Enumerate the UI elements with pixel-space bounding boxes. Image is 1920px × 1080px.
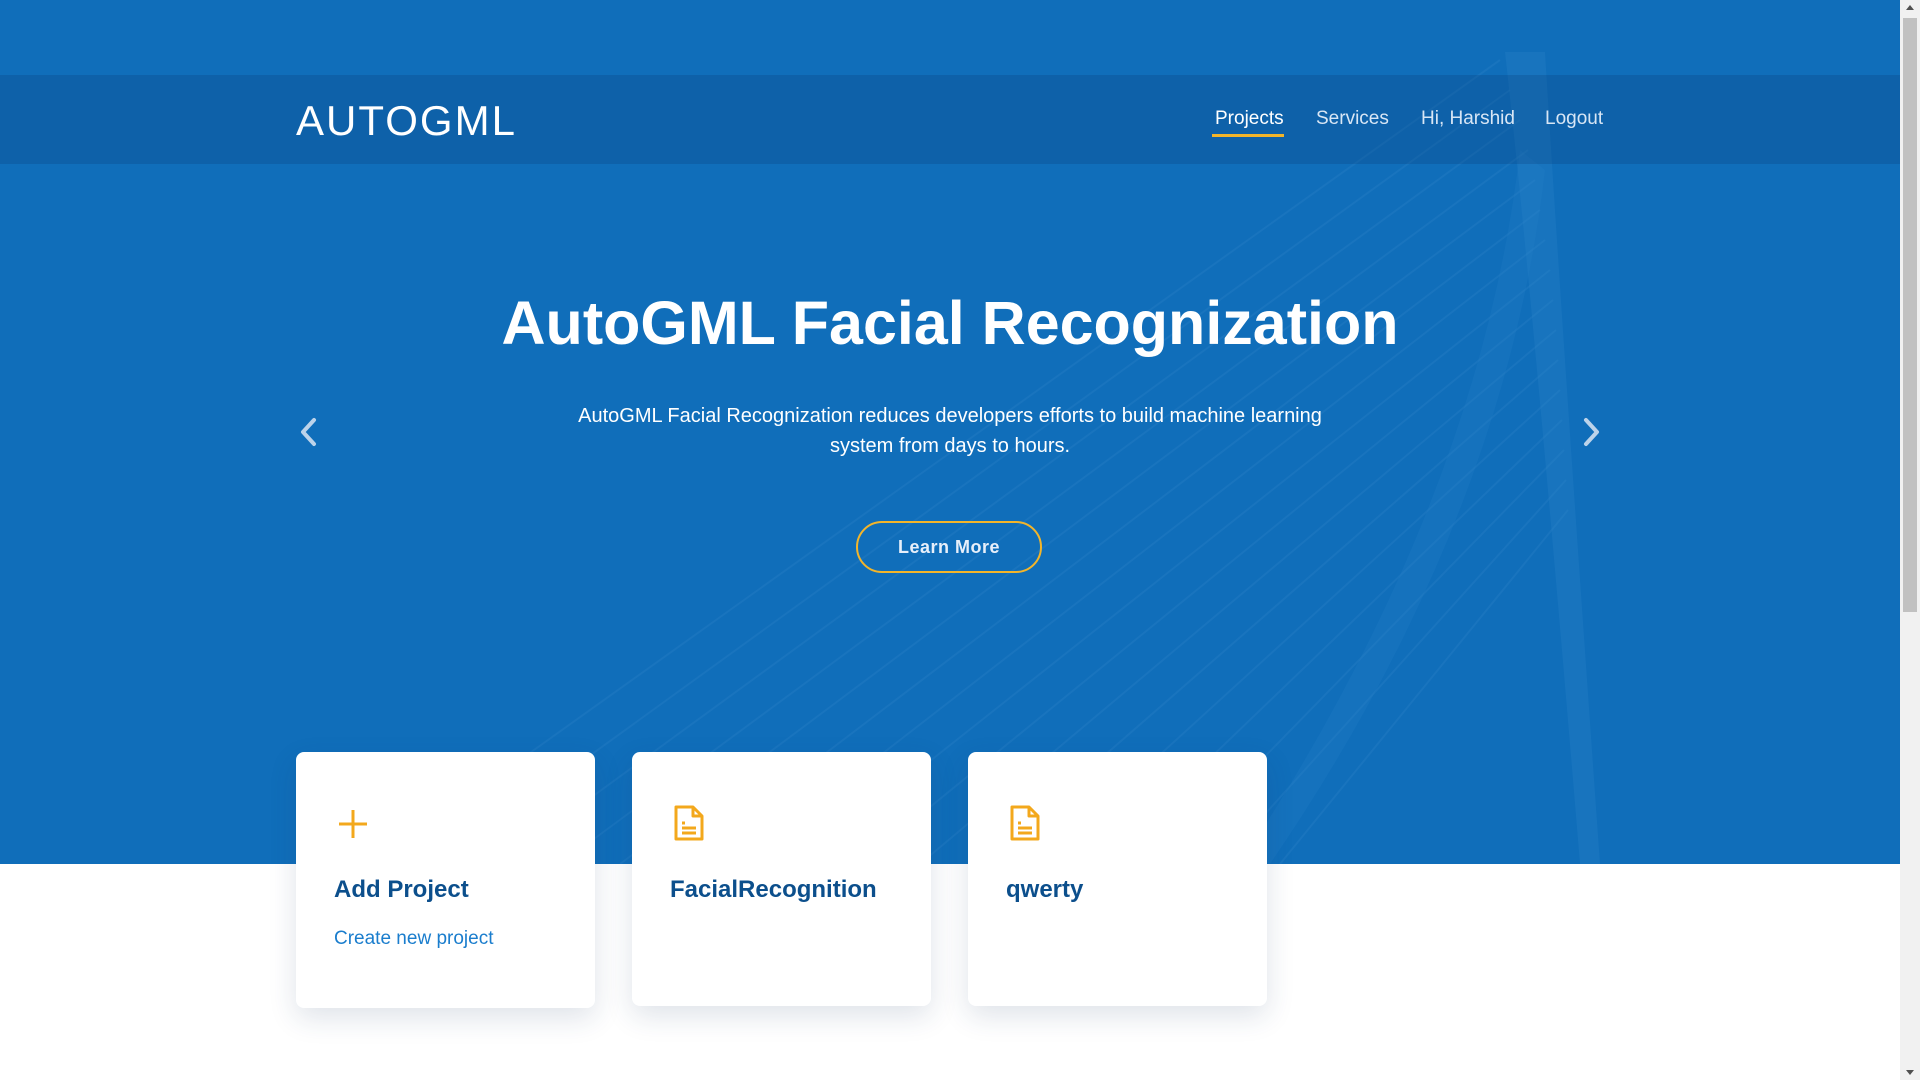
document-icon [674, 805, 704, 841]
brand-logo[interactable]: AUTOGML [296, 97, 517, 145]
nav-services[interactable]: Services [1316, 108, 1389, 130]
learn-more-button[interactable]: Learn More [856, 521, 1042, 573]
scroll-down-arrow-icon[interactable] [1900, 1064, 1920, 1080]
card-title: FacialRecognition [670, 876, 877, 903]
scroll-up-arrow-icon[interactable] [1900, 0, 1920, 16]
top-navbar: AUTOGML Projects Services Hi, Harshid Lo… [0, 75, 1900, 164]
plus-icon [339, 810, 367, 838]
active-nav-indicator [1212, 134, 1284, 137]
hero-title: AutoGML Facial Recognization [501, 289, 1399, 357]
scrollbar-thumb[interactable] [1903, 18, 1917, 612]
hero-section: AUTOGML Projects Services Hi, Harshid Lo… [0, 0, 1900, 864]
project-card[interactable]: qwerty [968, 752, 1267, 1006]
carousel-prev-button[interactable] [295, 414, 325, 450]
project-card[interactable]: FacialRecognition [632, 752, 931, 1006]
card-title: Add Project [334, 876, 469, 903]
create-project-link[interactable]: Create new project [334, 928, 493, 950]
chevron-right-icon [1584, 418, 1599, 446]
hero-description: AutoGML Facial Recognization reduces dev… [578, 405, 1322, 457]
carousel-next-button[interactable] [1575, 414, 1605, 450]
project-card-add[interactable]: Add Project Create new project [296, 752, 595, 1008]
card-title: qwerty [1006, 876, 1084, 903]
vertical-scrollbar[interactable] [1900, 0, 1920, 1080]
nav-user-greeting[interactable]: Hi, Harshid [1421, 108, 1515, 130]
chevron-left-icon [301, 418, 316, 446]
document-icon [1010, 805, 1040, 841]
nav-logout[interactable]: Logout [1545, 108, 1603, 130]
nav-projects[interactable]: Projects [1215, 108, 1284, 130]
